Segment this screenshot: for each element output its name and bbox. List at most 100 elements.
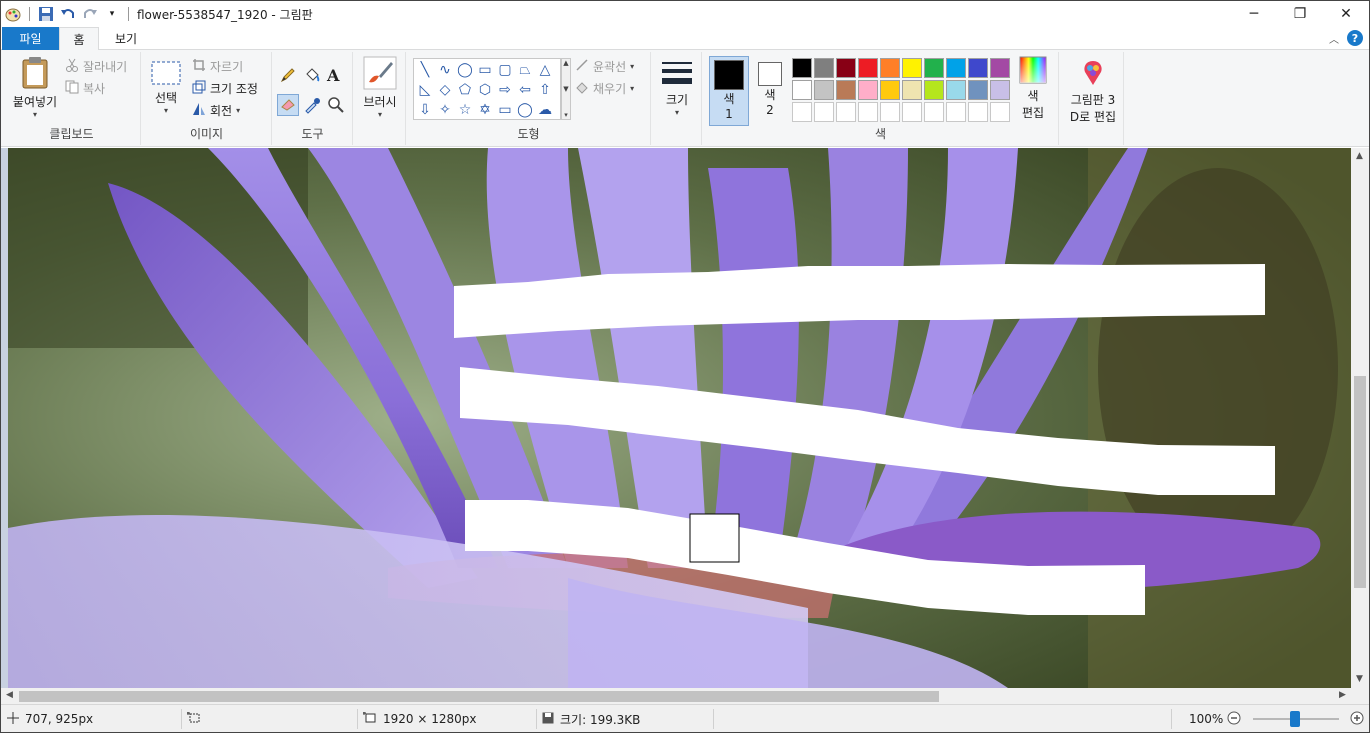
four-point-star-shape-icon[interactable]: ✧ [435, 100, 455, 120]
palette-swatch[interactable] [968, 80, 988, 100]
palette-swatch[interactable] [946, 80, 966, 100]
five-point-star-shape-icon[interactable]: ☆ [455, 100, 475, 120]
outline-button[interactable]: 윤곽선 ▾ [575, 58, 634, 75]
oval-callout-shape-icon[interactable]: ◯ [515, 100, 535, 120]
triangle-shape-icon[interactable]: △ [535, 60, 555, 80]
palette-swatch[interactable] [924, 80, 944, 100]
palette-swatch[interactable] [990, 80, 1010, 100]
eraser-tool[interactable] [277, 94, 299, 116]
palette-swatch[interactable] [814, 58, 834, 78]
customize-toolbar-icon[interactable]: ▾ [104, 6, 120, 22]
line-shape-icon[interactable]: ╲ [415, 60, 435, 80]
pentagon-shape-icon[interactable]: ⬠ [455, 80, 475, 100]
edit-colors-button[interactable]: 색 편집 [1015, 56, 1051, 121]
cut-button[interactable]: 잘라내기 [65, 58, 127, 75]
tab-view[interactable]: 보기 [103, 27, 149, 50]
palette-swatch[interactable] [880, 80, 900, 100]
drawing-canvas[interactable] [8, 148, 1351, 688]
custom-color-slot[interactable] [946, 102, 966, 122]
tab-home[interactable]: 홈 [59, 27, 99, 51]
custom-color-slot[interactable] [968, 102, 988, 122]
color1-button[interactable]: 색 1 [709, 56, 749, 126]
scroll-down-icon[interactable]: ▼ [563, 85, 568, 93]
fill-button[interactable]: 채우기 ▾ [575, 80, 634, 97]
rounded-rectangle-shape-icon[interactable]: ▢ [495, 60, 515, 80]
save-icon[interactable] [38, 6, 54, 22]
scroll-right-arrow-icon[interactable]: ▶ [1339, 690, 1346, 700]
hexagon-shape-icon[interactable]: ⬡ [475, 80, 495, 100]
palette-swatch[interactable] [836, 58, 856, 78]
zoom-out-button[interactable] [1227, 705, 1241, 732]
right-triangle-shape-icon[interactable]: ◺ [415, 80, 435, 100]
paste-button[interactable]: 붙여넣기 ▾ [9, 56, 61, 119]
expand-gallery-icon[interactable]: ▾ [564, 111, 568, 119]
palette-swatch[interactable] [946, 58, 966, 78]
magnifier-tool[interactable] [327, 96, 345, 117]
custom-color-slot[interactable] [858, 102, 878, 122]
right-arrow-shape-icon[interactable]: ⇨ [495, 80, 515, 100]
copy-button[interactable]: 복사 [65, 80, 105, 97]
text-tool[interactable]: A [327, 66, 339, 85]
size-button[interactable]: 크기 ▾ [656, 60, 698, 117]
redo-icon[interactable] [82, 6, 98, 22]
horizontal-scrollbar[interactable]: ◀ ▶ [1, 688, 1351, 704]
cloud-callout-shape-icon[interactable]: ☁ [535, 100, 555, 120]
crop-button[interactable]: 자르기 [192, 58, 243, 75]
help-icon[interactable]: ? [1347, 30, 1363, 46]
custom-color-slot[interactable] [880, 102, 900, 122]
maximize-button[interactable]: ❐ [1277, 1, 1323, 27]
pencil-tool[interactable] [279, 66, 297, 87]
palette-swatch[interactable] [902, 58, 922, 78]
brushes-button[interactable]: 브러시 ▾ [358, 56, 402, 119]
color2-button[interactable]: 색 2 [753, 62, 787, 117]
palette-swatch[interactable] [792, 58, 812, 78]
palette-swatch[interactable] [792, 80, 812, 100]
palette-swatch[interactable] [814, 80, 834, 100]
custom-color-slot[interactable] [836, 102, 856, 122]
zoom-slider-thumb[interactable] [1290, 711, 1300, 727]
rounded-callout-shape-icon[interactable]: ▭ [495, 100, 515, 120]
custom-color-slot[interactable] [924, 102, 944, 122]
tab-file[interactable]: 파일 [2, 27, 59, 50]
up-arrow-shape-icon[interactable]: ⇧ [535, 80, 555, 100]
curve-shape-icon[interactable]: ∿ [435, 60, 455, 80]
oval-shape-icon[interactable]: ◯ [455, 60, 475, 80]
edit-with-paint3d-button[interactable]: 그림판 3 D로 편집 [1064, 58, 1122, 125]
six-point-star-shape-icon[interactable]: ✡ [475, 100, 495, 120]
vertical-scroll-thumb[interactable] [1354, 376, 1366, 588]
left-arrow-shape-icon[interactable]: ⇦ [515, 80, 535, 100]
scroll-down-arrow-icon[interactable]: ▼ [1356, 674, 1363, 684]
scroll-left-arrow-icon[interactable]: ◀ [6, 690, 13, 700]
shapes-gallery-scroll[interactable]: ▲ ▼ ▾ [561, 58, 571, 120]
zoom-in-button[interactable] [1350, 705, 1364, 732]
palette-swatch[interactable] [880, 58, 900, 78]
custom-color-slot[interactable] [990, 102, 1010, 122]
undo-icon[interactable] [60, 6, 76, 22]
palette-swatch[interactable] [924, 58, 944, 78]
diamond-shape-icon[interactable]: ◇ [435, 80, 455, 100]
resize-button[interactable]: 크기 조정 [192, 80, 258, 97]
custom-color-slot[interactable] [814, 102, 834, 122]
fill-tool[interactable] [303, 66, 321, 87]
scroll-up-icon[interactable]: ▲ [563, 59, 568, 67]
palette-swatch[interactable] [990, 58, 1010, 78]
palette-swatch[interactable] [836, 80, 856, 100]
palette-swatch[interactable] [858, 80, 878, 100]
minimize-button[interactable]: ─ [1231, 1, 1277, 27]
color-picker-tool[interactable] [303, 96, 321, 117]
rectangle-shape-icon[interactable]: ▭ [475, 60, 495, 80]
rotate-button[interactable]: 회전 ▾ [192, 102, 240, 119]
palette-swatch[interactable] [968, 58, 988, 78]
polygon-shape-icon[interactable]: ⏢ [515, 60, 535, 80]
palette-swatch[interactable] [858, 58, 878, 78]
close-button[interactable]: ✕ [1323, 1, 1369, 27]
down-arrow-shape-icon[interactable]: ⇩ [415, 100, 435, 120]
select-button[interactable]: 선택 ▾ [148, 60, 184, 115]
custom-color-slot[interactable] [902, 102, 922, 122]
horizontal-scroll-thumb[interactable] [19, 691, 939, 702]
minimize-ribbon-icon[interactable]: ︿ [1329, 31, 1339, 46]
palette-swatch[interactable] [902, 80, 922, 100]
scroll-up-arrow-icon[interactable]: ▲ [1356, 151, 1363, 161]
vertical-scrollbar[interactable]: ▲ ▼ [1351, 148, 1369, 688]
custom-color-slot[interactable] [792, 102, 812, 122]
